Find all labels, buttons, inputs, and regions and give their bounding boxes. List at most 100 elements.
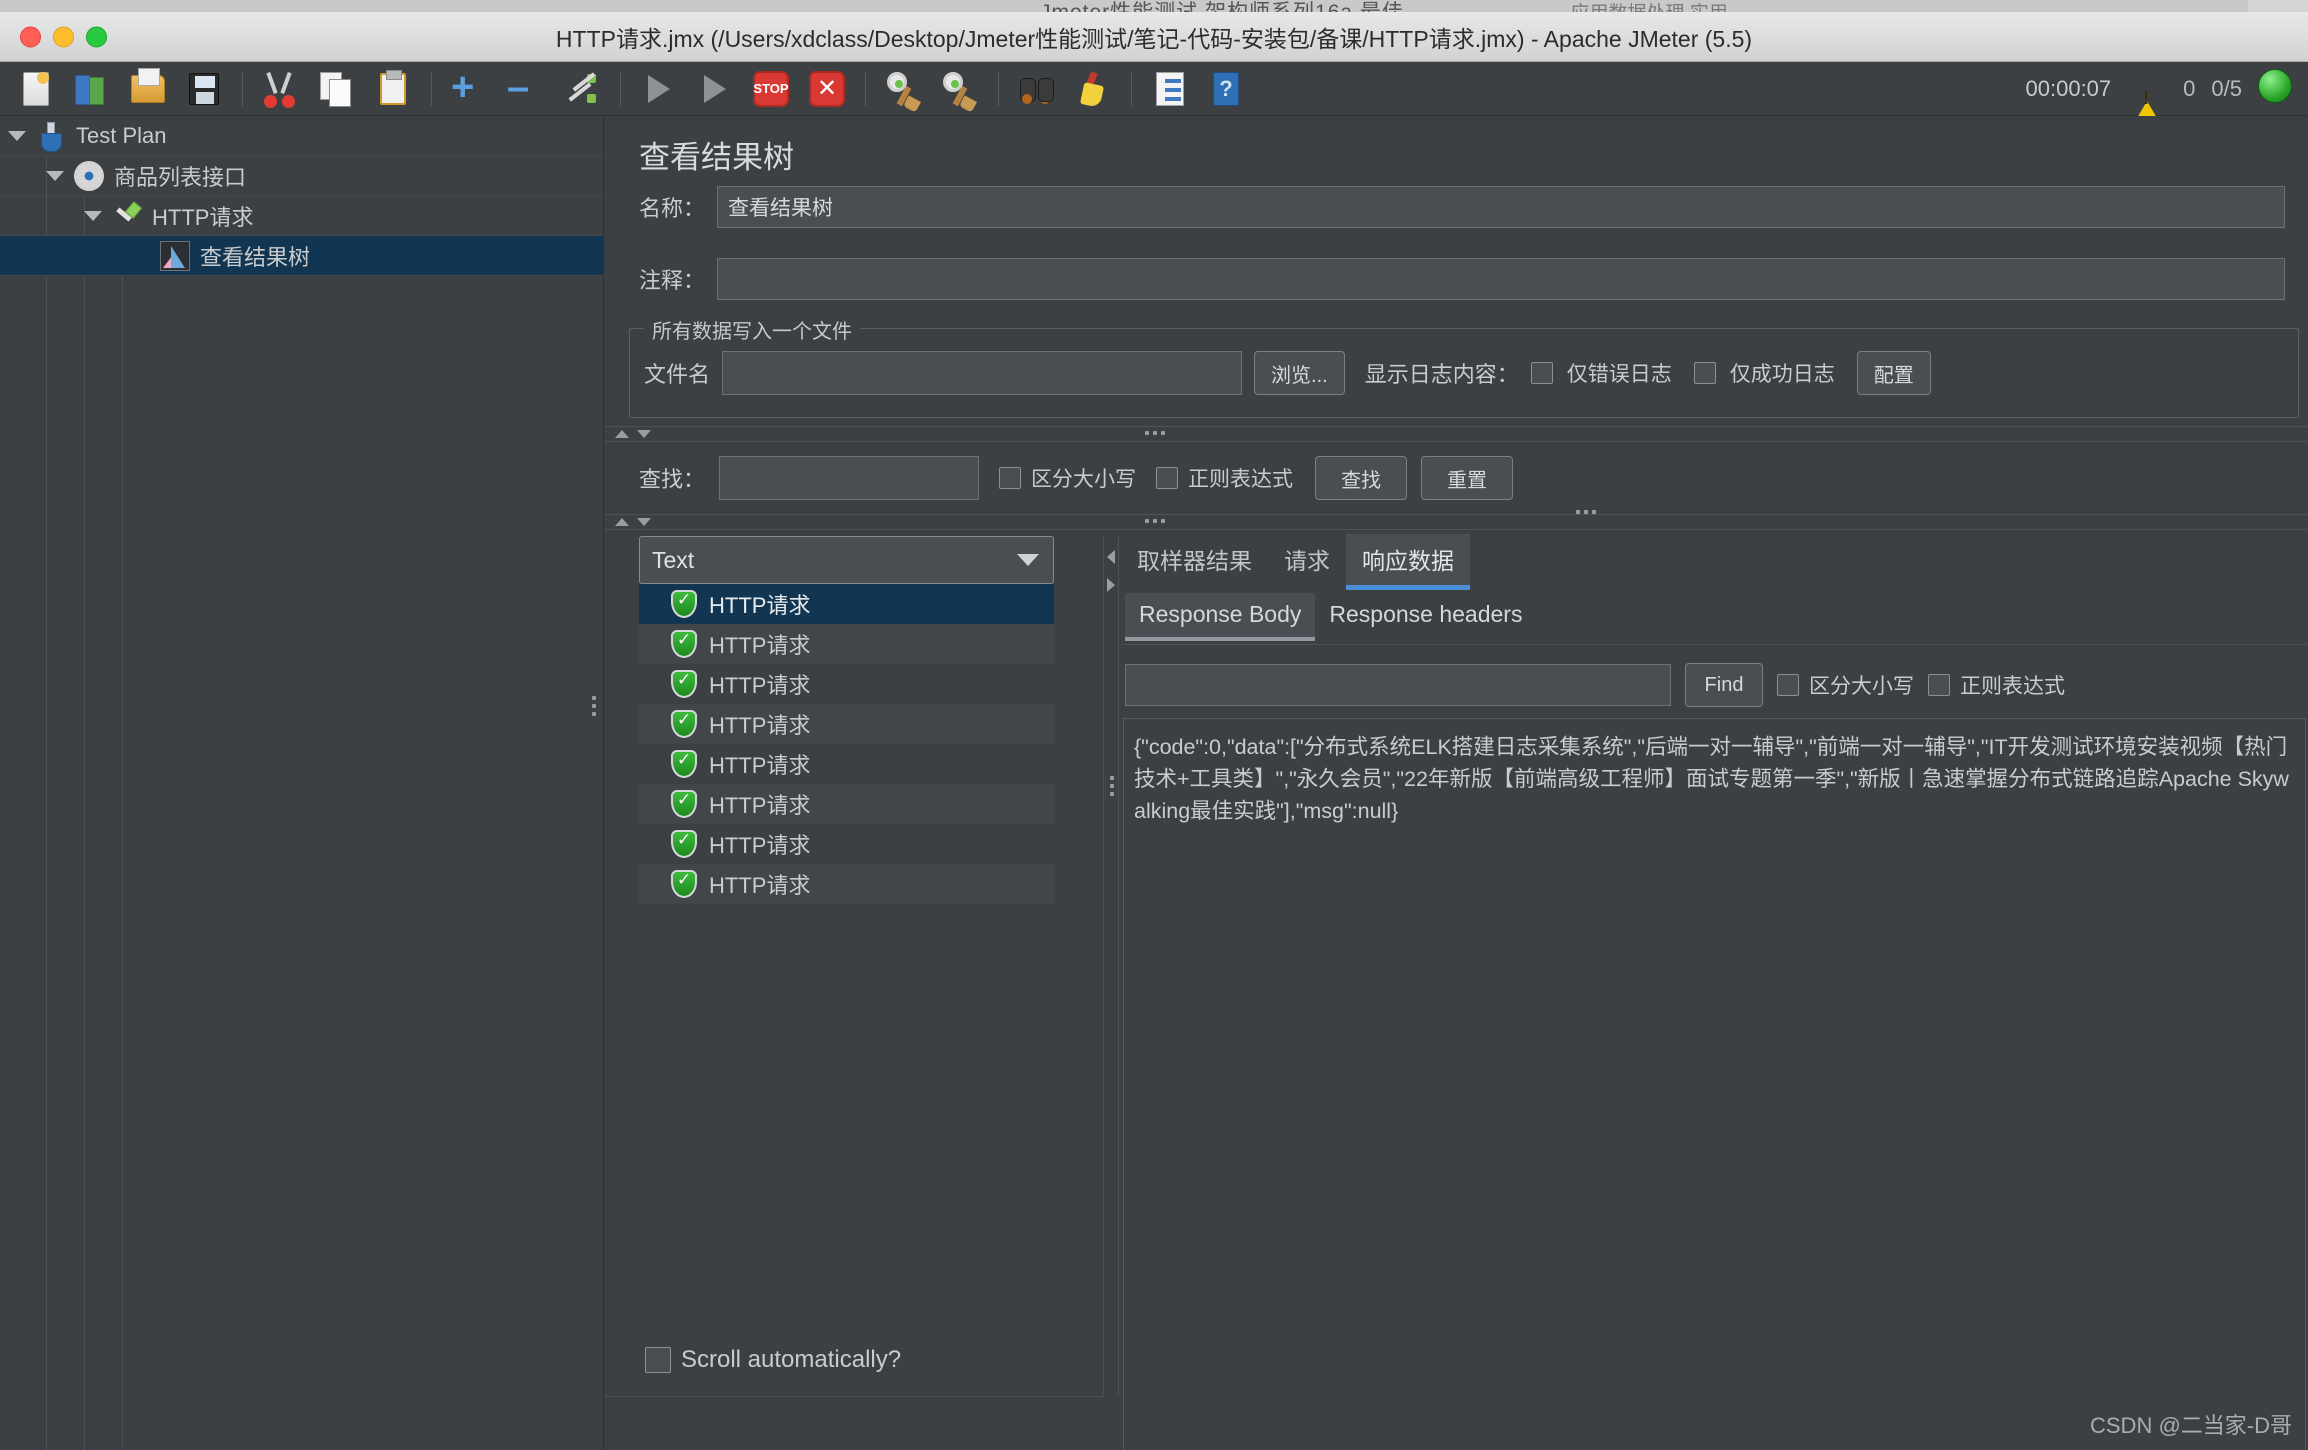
list-item[interactable]: HTTP请求 (639, 784, 1054, 824)
search-input[interactable] (719, 456, 980, 500)
templates-icon[interactable] (68, 67, 116, 111)
filename-input[interactable] (722, 351, 1243, 395)
chevron-left-icon[interactable] (1107, 550, 1115, 564)
splitter-grip[interactable] (1145, 519, 1165, 523)
tree-content-splitter-grip[interactable] (592, 696, 596, 716)
paste-icon[interactable] (369, 67, 417, 111)
subtab-response-headers[interactable]: Response headers (1315, 593, 1536, 638)
list-item[interactable]: HTTP请求 (639, 664, 1054, 704)
search-regex-checkbox[interactable] (1156, 467, 1179, 489)
errors-only-checkbox[interactable] (1530, 362, 1553, 384)
list-item-label: HTTP请求 (709, 673, 811, 698)
comment-input[interactable] (717, 258, 2286, 300)
chevron-right-icon[interactable] (1107, 578, 1115, 592)
splitter-top[interactable] (605, 426, 2308, 442)
tab-response-data[interactable]: 响应数据 (1346, 534, 1470, 590)
configure-button[interactable]: 配置 (1856, 351, 1931, 395)
search-row: 查找： 区分大小写 正则表达式 查找 重置 (639, 456, 1514, 500)
results-list[interactable]: HTTP请求 HTTP请求 HTTP请求 HTTP请求 HTTP请求 (639, 584, 1054, 904)
body-regex-checkbox[interactable] (1928, 674, 1950, 696)
errors-only-label: 仅错误日志 (1566, 363, 1672, 386)
success-shield-icon (671, 750, 697, 778)
body-search-input[interactable] (1125, 664, 1671, 706)
chevron-down-icon[interactable] (637, 430, 651, 438)
help-icon[interactable]: ? (1202, 67, 1250, 111)
tree-item-thread-group[interactable]: 商品列表接口 (0, 156, 603, 196)
copy-icon[interactable] (313, 67, 361, 111)
page-title: 查看结果树 (639, 140, 794, 175)
tree-item-label: 商品列表接口 (114, 164, 247, 190)
stop-icon[interactable]: STOP (747, 67, 795, 111)
chevron-down-icon[interactable] (1017, 554, 1039, 566)
start-icon[interactable] (635, 67, 683, 111)
cut-icon[interactable] (257, 67, 305, 111)
search-case-sensitive-label: 区分大小写 (1031, 468, 1137, 491)
body-case-sensitive-checkbox[interactable] (1777, 674, 1799, 696)
save-icon[interactable] (180, 67, 228, 111)
search-binoculars-icon[interactable] (1013, 67, 1061, 111)
find-button[interactable]: 查找 (1315, 456, 1408, 500)
search-case-sensitive-checkbox[interactable] (999, 467, 1022, 489)
results-pane-bottom-divider (605, 1396, 1103, 1397)
renderer-combo[interactable]: Text (639, 536, 1054, 584)
detail-tabstrip[interactable]: 取样器结果 请求 响应数据 (1121, 534, 1470, 590)
start-no-pause-icon[interactable] (691, 67, 739, 111)
open-folder-icon[interactable] (124, 67, 172, 111)
response-body-text[interactable]: {"code":0,"data":["分布式系统ELK搭建日志采集系统","后端… (1123, 718, 2306, 1450)
browse-button[interactable]: 浏览... (1254, 351, 1345, 395)
tree-item-http-request[interactable]: HTTP请求 (0, 196, 603, 236)
body-search-row: Find 区分大小写 正则表达式 (1125, 663, 2065, 707)
test-plan-tree[interactable]: Test Plan 商品列表接口 HTTP请求 查看结果树 (0, 116, 604, 1450)
subtab-response-body[interactable]: Response Body (1125, 593, 1316, 641)
toggle-icon[interactable] (558, 67, 606, 111)
chevron-down-icon[interactable] (637, 518, 651, 526)
expand-all-icon[interactable]: + (446, 67, 494, 111)
vertical-splitter[interactable] (1103, 536, 1119, 1396)
chevron-up-icon[interactable] (615, 430, 629, 438)
active-thread-count: 0/5 (2211, 75, 2242, 101)
list-item[interactable]: HTTP请求 (639, 864, 1054, 904)
scroll-automatically-checkbox[interactable] (645, 1347, 671, 1373)
tab-request[interactable]: 请求 (1268, 534, 1346, 586)
chevron-up-icon[interactable] (615, 518, 629, 526)
clear-all-icon[interactable] (936, 67, 984, 111)
chevron-down-icon[interactable] (84, 210, 102, 221)
collapse-all-icon[interactable]: – (502, 67, 550, 111)
scroll-automatically-row[interactable]: Scroll automatically? (645, 1346, 901, 1374)
reset-search-icon[interactable] (1069, 67, 1117, 111)
splitter-arrows[interactable] (615, 430, 651, 438)
toolbar-separator (242, 71, 243, 106)
detail-splitter-grip[interactable] (1576, 510, 1596, 514)
minimize-window-button[interactable] (53, 26, 74, 47)
splitter-grip[interactable] (1145, 431, 1165, 435)
chevron-down-icon[interactable] (8, 130, 26, 141)
tree-item-view-results-tree[interactable]: 查看结果树 (0, 236, 603, 276)
splitter-middle[interactable] (605, 514, 2308, 530)
success-only-checkbox[interactable] (1693, 362, 1716, 384)
new-document-icon[interactable] (12, 67, 60, 111)
chevron-down-icon[interactable] (46, 170, 64, 181)
name-label: 名称： (639, 196, 706, 221)
success-shield-icon (671, 670, 697, 698)
splitter-arrows[interactable] (615, 518, 651, 526)
list-item[interactable]: HTTP请求 (639, 584, 1054, 624)
tab-sampler-result[interactable]: 取样器结果 (1121, 534, 1268, 586)
list-item[interactable]: HTTP请求 (639, 704, 1054, 744)
shutdown-icon[interactable]: ✕ (803, 67, 851, 111)
warning-triangle-icon[interactable] (2127, 75, 2168, 135)
success-shield-icon (671, 630, 697, 658)
list-item[interactable]: HTTP请求 (639, 824, 1054, 864)
tree-item-test-plan[interactable]: Test Plan (0, 116, 603, 156)
name-input[interactable]: 查看结果树 (717, 186, 2286, 228)
body-find-button[interactable]: Find (1685, 663, 1763, 707)
view-results-tree-panel: 查看结果树 名称： 查看结果树 注释： 所有数据写入一个文件 文件名 浏览...… (592, 116, 2308, 1450)
list-item[interactable]: HTTP请求 (639, 624, 1054, 664)
list-item[interactable]: HTTP请求 (639, 744, 1054, 784)
close-window-button[interactable] (20, 26, 41, 47)
maximize-window-button[interactable] (86, 26, 107, 47)
clear-icon[interactable] (880, 67, 928, 111)
vertical-splitter-grip[interactable] (1110, 776, 1114, 796)
response-subtabstrip[interactable]: Response Body Response headers (1125, 593, 1536, 641)
function-helper-icon[interactable] (1146, 67, 1194, 111)
reset-button[interactable]: 重置 (1421, 456, 1514, 500)
